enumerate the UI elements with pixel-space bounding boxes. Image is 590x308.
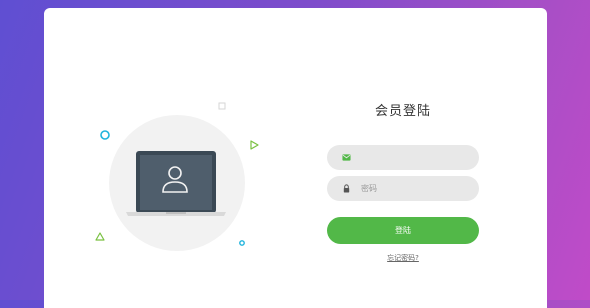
login-card: 会员登陆 登陆 忘记密码? bbox=[44, 8, 547, 308]
play-triangle-icon bbox=[250, 140, 259, 150]
envelope-icon bbox=[342, 154, 351, 161]
password-field[interactable] bbox=[327, 176, 479, 201]
forgot-password-link[interactable]: 忘记密码? bbox=[327, 253, 479, 263]
login-button[interactable]: 登陆 bbox=[327, 217, 479, 244]
password-input[interactable] bbox=[361, 179, 469, 198]
small-circle-icon bbox=[239, 240, 245, 246]
email-field[interactable] bbox=[327, 145, 479, 170]
square-outline-icon bbox=[218, 102, 226, 110]
email-input[interactable] bbox=[361, 148, 469, 167]
lock-icon bbox=[343, 184, 350, 193]
laptop-illustration bbox=[95, 102, 259, 251]
laptop-icon bbox=[126, 151, 226, 216]
triangle-outline-icon bbox=[95, 232, 105, 241]
login-title: 会员登陆 bbox=[374, 104, 431, 119]
circle-outline-icon bbox=[100, 130, 110, 140]
